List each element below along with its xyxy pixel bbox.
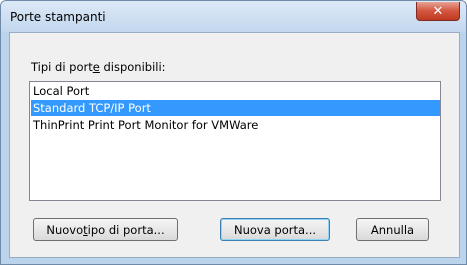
list-item-label: Local Port <box>33 84 90 98</box>
button-text-start: Nuovo <box>46 222 84 237</box>
new-port-type-button[interactable]: Nuovo t ipo di porta... <box>33 218 178 241</box>
list-item-label: Standard TCP/IP Port <box>33 101 151 115</box>
window-title: Porte stampanti <box>10 10 106 24</box>
port-types-list[interactable]: Local Port Standard TCP/IP Port ThinPrin… <box>29 81 441 201</box>
title-bar: Porte stampanti ✕ <box>1 1 466 32</box>
list-item-thinprint-port-monitor[interactable]: ThinPrint Print Port Monitor for VMWare <box>31 117 440 133</box>
label-mnemonic: e <box>92 60 100 74</box>
close-icon: ✕ <box>432 3 444 19</box>
button-text-end: ipo di porta... <box>87 222 165 237</box>
list-item-standard-tcp-ip-port[interactable]: Standard TCP/IP Port <box>31 100 440 116</box>
cancel-button[interactable]: Annulla <box>356 218 429 241</box>
new-port-button[interactable]: Nuova porta... <box>220 218 330 241</box>
label-text-end: disponibili: <box>99 60 166 74</box>
list-item-label: ThinPrint Print Port Monitor for VMWare <box>33 118 259 132</box>
close-button[interactable]: ✕ <box>416 2 460 21</box>
available-port-types-label: Tipi di porte disponibili: <box>31 60 166 74</box>
list-item-local-port[interactable]: Local Port <box>31 83 440 99</box>
label-text-start: Tipi di port <box>31 60 93 74</box>
